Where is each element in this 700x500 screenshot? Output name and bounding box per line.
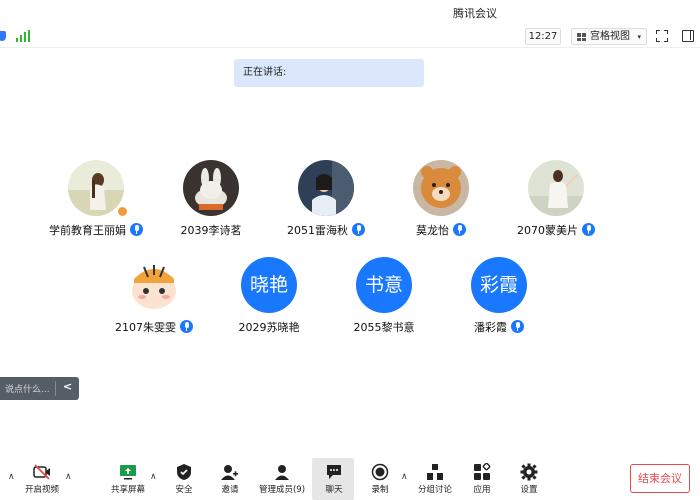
shield-icon[interactable]: [0, 31, 6, 41]
audio-options-caret-icon[interactable]: ∧: [8, 472, 15, 482]
invite-button[interactable]: 邀请: [208, 458, 252, 500]
settings-button[interactable]: 设置: [507, 458, 551, 500]
fullscreen-icon[interactable]: [656, 30, 668, 42]
mic-icon: [180, 320, 193, 333]
avatar: 晓艳: [241, 257, 297, 313]
sidebar-toggle-icon[interactable]: [682, 30, 694, 42]
participant-name: 2055黎书意: [353, 321, 415, 334]
participant-tile[interactable]: 晓艳 2029苏晓艳: [209, 257, 329, 347]
settings-label: 设置: [520, 485, 538, 495]
speaking-banner: 正在讲话:: [234, 59, 424, 87]
manage-members-button[interactable]: 管理成员(9): [259, 458, 305, 500]
record-label: 录制: [371, 485, 389, 495]
end-meeting-button[interactable]: 结束会议: [630, 464, 690, 493]
avatar: 书意: [356, 257, 412, 313]
avatar: [126, 257, 182, 313]
participant-name: 学前教育王丽娟: [36, 222, 156, 238]
participant-tile[interactable]: 2107朱雯雯: [94, 257, 214, 347]
divider: [55, 381, 56, 396]
apps-button[interactable]: 应用: [460, 458, 504, 500]
title-bar: 腾讯会议: [0, 0, 700, 24]
participant-name: 潘彩霞: [439, 319, 559, 335]
meeting-window: 腾讯会议 12:27 宫格视图 ▾ 正在讲话: 学前教育王丽娟 2039李诗茗 …: [0, 0, 700, 500]
apps-icon: [474, 463, 491, 480]
participant-tile[interactable]: 莫龙怡: [381, 160, 501, 250]
chevron-left-icon[interactable]: <: [63, 380, 72, 393]
shield-check-icon: [177, 464, 191, 480]
chat-placeholder: 说点什么...: [5, 385, 50, 395]
participant-name: 2039李诗茗: [180, 224, 242, 237]
video-off-icon: [33, 464, 50, 480]
share-screen-icon: [120, 465, 136, 480]
members-icon: [275, 465, 289, 480]
breakout-rooms-button[interactable]: 分组讨论: [413, 458, 457, 500]
chat-bubble-icon: [327, 465, 341, 479]
host-badge-icon: [117, 206, 128, 217]
participant-tile[interactable]: 学前教育王丽娟: [36, 160, 156, 250]
bottom-toolbar: ∧ 开启视频 ∧ 共享屏幕 ∧ 安全 邀请 管理成员(9) 聊天 录制 ∧ 分组…: [0, 458, 700, 500]
share-screen-label: 共享屏幕: [110, 485, 145, 495]
view-mode-dropdown[interactable]: 宫格视图 ▾: [571, 28, 647, 45]
participant-tile[interactable]: 2039李诗茗: [151, 160, 271, 250]
top-toolbar: 12:27 宫格视图 ▾: [0, 24, 700, 48]
manage-members-label: 管理成员(9): [258, 485, 306, 495]
participant-name: 2107朱雯雯: [94, 319, 214, 335]
participant-tile[interactable]: 书意 2055黎书意: [324, 257, 444, 347]
start-video-label: 开启视频: [24, 485, 59, 495]
mic-icon: [511, 320, 524, 333]
avatar: 彩霞: [471, 257, 527, 313]
chat-input[interactable]: 说点什么... <: [0, 377, 79, 400]
participant-name: 2070蒙美片: [496, 222, 616, 238]
record-icon: [371, 463, 389, 481]
add-user-icon: [221, 465, 238, 480]
avatar: [298, 160, 354, 216]
invite-label: 邀请: [221, 485, 239, 495]
avatar: [183, 160, 239, 216]
chevron-down-icon: ▾: [637, 33, 641, 41]
video-options-caret-icon[interactable]: ∧: [65, 472, 72, 482]
participant-name: 2029苏晓艳: [238, 321, 300, 334]
record-options-caret-icon[interactable]: ∧: [401, 472, 408, 482]
window-title: 腾讯会议: [453, 7, 497, 20]
avatar: [68, 160, 124, 216]
breakout-icon: [427, 464, 443, 480]
security-button[interactable]: 安全: [162, 458, 206, 500]
participant-tile[interactable]: 2051雷海秋: [266, 160, 386, 250]
record-button[interactable]: 录制: [358, 458, 402, 500]
start-video-button[interactable]: 开启视频: [20, 458, 64, 500]
mic-icon: [130, 223, 143, 236]
meeting-timer: 12:27: [525, 28, 561, 45]
signal-icon[interactable]: [16, 30, 30, 42]
view-mode-label: 宫格视图: [590, 31, 630, 42]
mic-icon: [453, 223, 466, 236]
participant-tile[interactable]: 2070蒙美片: [496, 160, 616, 250]
participant-name: 2051雷海秋: [266, 222, 386, 238]
avatar: [413, 160, 469, 216]
mic-icon: [352, 223, 365, 236]
share-options-caret-icon[interactable]: ∧: [150, 472, 157, 482]
share-screen-button[interactable]: 共享屏幕: [106, 458, 150, 500]
mic-icon: [582, 223, 595, 236]
grid-icon: [577, 33, 586, 41]
participant-tile[interactable]: 彩霞 潘彩霞: [439, 257, 559, 347]
avatar: [528, 160, 584, 216]
participant-name: 莫龙怡: [381, 222, 501, 238]
gear-icon: [520, 463, 538, 481]
chat-button[interactable]: 聊天: [312, 458, 354, 500]
